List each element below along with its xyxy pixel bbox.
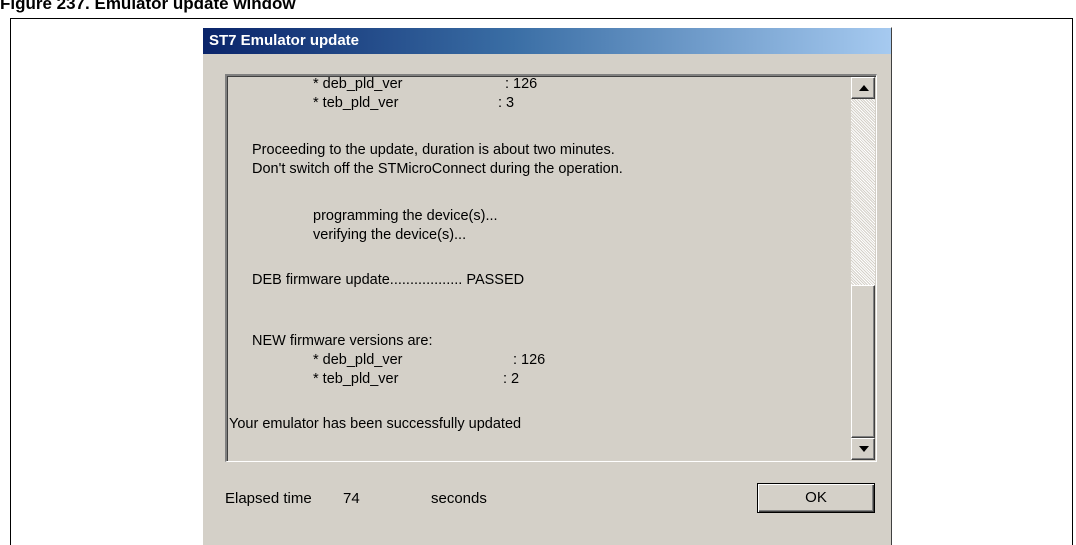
window-title[interactable]: ST7 Emulator update	[203, 28, 891, 54]
old-teb-value: : 3	[498, 95, 515, 111]
scroll-down-button[interactable]	[851, 438, 875, 460]
ok-button[interactable]: OK	[757, 483, 875, 513]
scroll-thumb[interactable]	[851, 285, 875, 438]
success-line: Your emulator has been successfully upda…	[229, 416, 522, 432]
scroll-down-arrow-icon	[859, 446, 869, 452]
new-versions-line: NEW firmware versions are:	[252, 333, 433, 349]
verifying-line: verifying the device(s)...	[313, 227, 467, 243]
scroll-up-button[interactable]	[851, 77, 875, 99]
old-deb-value: : 126	[505, 76, 538, 92]
elapsed-time-unit: seconds	[431, 490, 487, 507]
new-teb-label: * teb_pld_ver	[313, 371, 399, 387]
old-deb-label: * deb_pld_ver	[313, 76, 403, 92]
deb-update-line: DEB firmware update.................. PA…	[252, 272, 525, 288]
elapsed-time-label: Elapsed time	[225, 490, 312, 507]
elapsed-time-value: 74	[343, 490, 360, 507]
dont-switch-line: Don't switch off the STMicroConnect duri…	[252, 161, 623, 177]
proceeding-line: Proceeding to the update, duration is ab…	[252, 142, 615, 158]
new-deb-label: * deb_pld_ver	[313, 352, 403, 368]
vertical-scrollbar[interactable]	[851, 77, 875, 460]
new-teb-value: : 2	[503, 371, 520, 387]
old-teb-label: * teb_pld_ver	[313, 95, 399, 111]
programming-line: programming the device(s)...	[313, 208, 498, 224]
new-deb-value: : 126	[513, 352, 546, 368]
scroll-up-arrow-icon	[859, 85, 869, 91]
log-textbox[interactable]: * deb_pld_ver : 126 * teb_pld_ver : 3 Pr…	[225, 74, 877, 462]
dialog-window: ST7 Emulator update * deb_pld_ver : 126 …	[202, 27, 892, 545]
figure-caption: Figure 237. Emulator update window	[0, 0, 296, 13]
log-content: * deb_pld_ver : 126 * teb_pld_ver : 3 Pr…	[227, 76, 850, 461]
